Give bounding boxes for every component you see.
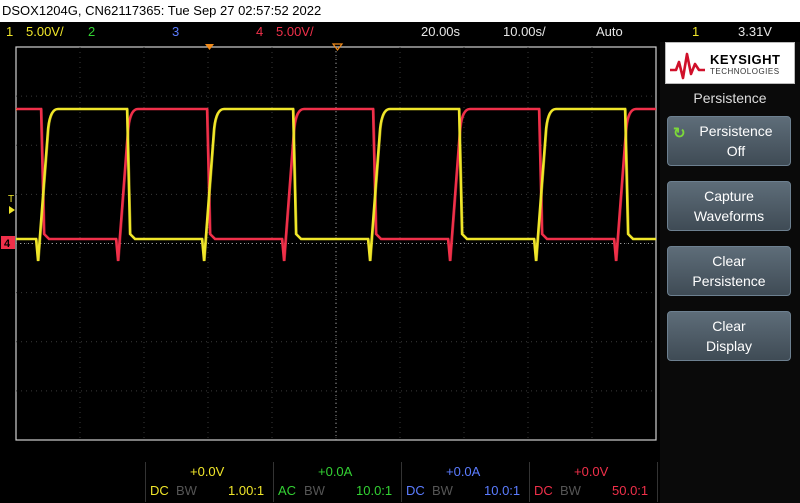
clear-display-softkey[interactable]: Clear Display [667,311,791,361]
ch2-number[interactable]: 2 [88,22,95,42]
time-delay[interactable]: 20.00s [421,22,460,42]
keysight-logo: KEYSIGHT TECHNOLOGIES [665,42,795,84]
capture-waveforms-softkey[interactable]: Capture Waveforms [667,181,791,231]
ch4-scale[interactable]: 5.00V/ [276,22,314,42]
ch2-probe[interactable]: 10.0:1 [356,483,392,498]
title-text: DSOX1204G, CN62117365: Tue Sep 27 02:57:… [2,3,322,18]
ch1-bw: BW [176,483,197,498]
graticule-grid [16,47,656,440]
softkey-2-line2: Waveforms [693,208,765,224]
softkey-4-line1: Clear [712,318,746,334]
channel-divider [145,462,146,502]
softkey-1-line1: Persistence [699,123,773,139]
circular-arrow-icon: ↻ [673,125,686,142]
waveform-display[interactable]: T 4 [0,42,660,442]
waveform-logo-icon [670,52,705,80]
ch1-probe[interactable]: 1.00:1 [228,483,264,498]
menu-title: Persistence [693,90,767,106]
logo-sub: TECHNOLOGIES [710,67,780,76]
time-scale[interactable]: 10.00s/ [503,22,546,42]
top-status-bar: 1 5.00V/ 2 3 4 5.00V/ 20.00s 10.00s/ Aut… [0,22,800,42]
softkey-3-line2: Persistence [692,273,766,289]
softkey-panel: KEYSIGHT TECHNOLOGIES Persistence ↻ Pers… [660,42,800,503]
title-bar: DSOX1204G, CN62117365: Tue Sep 27 02:57:… [0,0,800,22]
ch4-probe[interactable]: 50.0:1 [612,483,648,498]
trigger-level-marker-icon[interactable] [9,206,15,214]
channel-info-bar: +0.0V DC BW 1.00:1 +0.0A AC BW 10.0:1 +0… [0,460,660,503]
trigger-level[interactable]: 3.31V [738,22,772,42]
logo-brand: KEYSIGHT [710,52,781,67]
ch2-bw: BW [304,483,325,498]
ch1-number[interactable]: 1 [6,22,13,42]
trigger-source[interactable]: 1 [692,22,699,42]
ch1-offset[interactable]: +0.0V [190,464,224,479]
ch4-coupling[interactable]: DC [534,483,553,498]
ch4-offset[interactable]: +0.0V [574,464,608,479]
ch4-bw: BW [560,483,581,498]
ch1-scale[interactable]: 5.00V/ [26,22,64,42]
ch3-probe[interactable]: 10.0:1 [484,483,520,498]
persistence-softkey[interactable]: ↻ Persistence Off [667,116,791,166]
ch3-coupling[interactable]: DC [406,483,425,498]
ch2-offset[interactable]: +0.0A [318,464,352,479]
channel-divider [657,462,658,502]
channel-divider [529,462,530,502]
ch3-bw: BW [432,483,453,498]
ch4-number[interactable]: 4 [256,22,263,42]
trigger-mode[interactable]: Auto [596,22,623,42]
ch3-offset[interactable]: +0.0A [446,464,480,479]
softkey-1-line2: Off [726,143,746,159]
graticule-svg: T 4 [1,43,657,441]
trigger-level-label: T [8,194,14,205]
ch1-coupling[interactable]: DC [150,483,169,498]
channel-divider [273,462,274,502]
ch2-coupling[interactable]: AC [278,483,296,498]
softkey-2-line1: Capture [704,188,754,204]
clear-persistence-softkey[interactable]: Clear Persistence [667,246,791,296]
ch4-ground-marker-label: 4 [4,238,11,250]
channel-divider [401,462,402,502]
softkey-3-line1: Clear [712,253,746,269]
ch3-number[interactable]: 3 [172,22,179,42]
softkey-4-line2: Display [706,338,752,354]
